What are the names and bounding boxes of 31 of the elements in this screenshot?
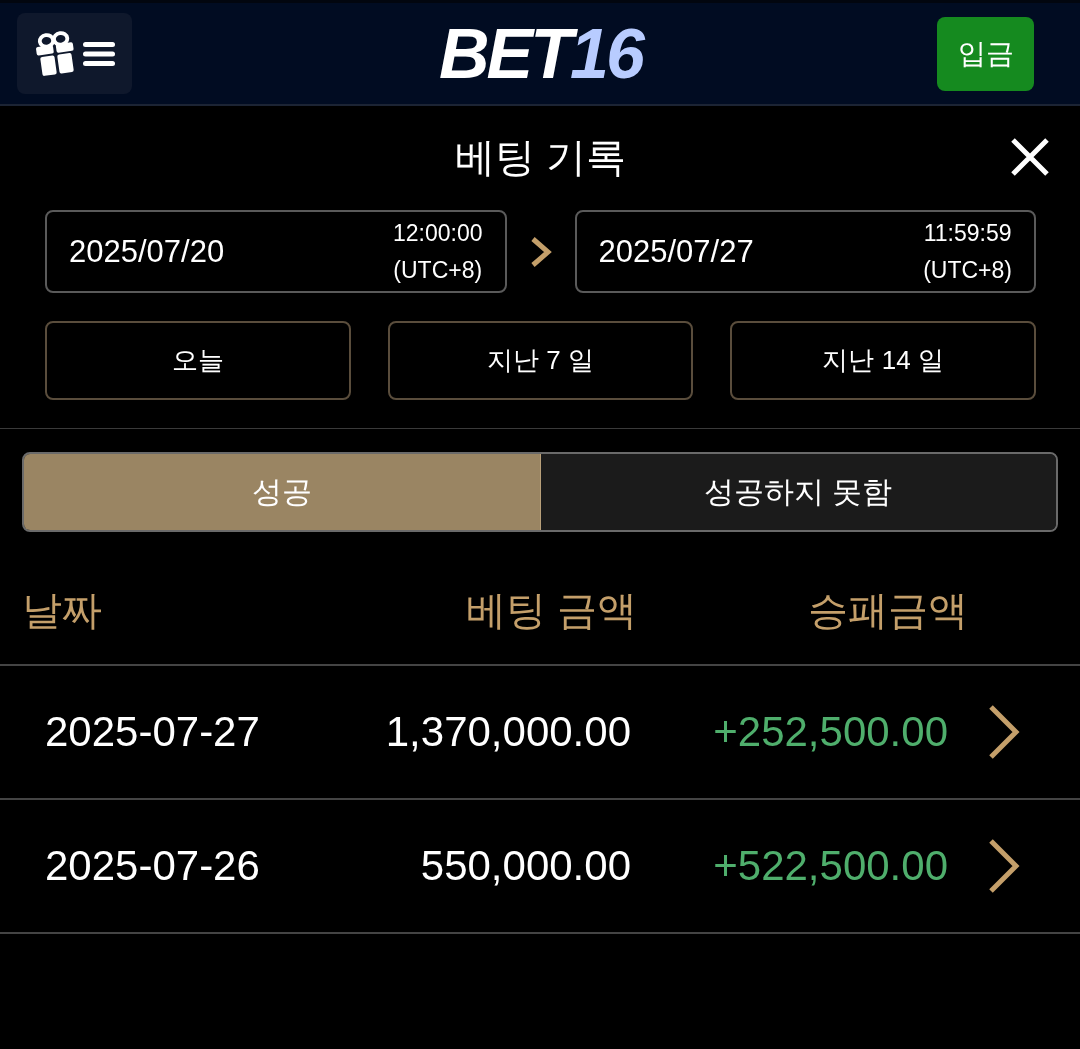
column-header: 승패금액	[807, 586, 968, 634]
column-header: 날짜	[22, 586, 103, 634]
chevron-right-icon[interactable]	[988, 838, 1020, 894]
timezone-text: (UTC+8)	[393, 255, 483, 285]
date-text: 2025/07/27	[598, 233, 754, 270]
date-text: 2025/07/20	[69, 233, 225, 270]
chevron-right-icon	[529, 235, 552, 268]
quick-range-button[interactable]: 지난 14 일	[730, 321, 1036, 400]
time-text: 11:59:59	[923, 218, 1012, 248]
chevron-right-icon[interactable]	[988, 704, 1020, 760]
menu-button[interactable]	[17, 13, 132, 94]
tab[interactable]: 성공	[24, 454, 541, 530]
quick-range-button[interactable]: 오늘	[45, 321, 351, 400]
start-date-field[interactable]: 2025/07/20 12:00:00 (UTC+8)	[45, 210, 507, 293]
deposit-button[interactable]: 입금	[937, 16, 1034, 91]
close-icon[interactable]	[1010, 137, 1050, 177]
menu-icon	[82, 41, 115, 66]
table-cell-text: +252,500.00	[712, 708, 948, 756]
page-title: 베팅 기록	[454, 136, 627, 178]
quick-range-button[interactable]: 지난 7 일	[387, 321, 694, 400]
table-cell-text: 550,000.00	[419, 842, 631, 890]
table-cell-text: 2025-07-26	[45, 842, 261, 890]
timezone-text: (UTC+8)	[923, 255, 1012, 285]
table-cell-text: 1,370,000.00	[384, 708, 631, 756]
table-cell-text: 2025-07-27	[45, 708, 261, 756]
gift-icon	[34, 30, 77, 77]
end-date-field[interactable]: 2025/07/27 11:59:59 (UTC+8)	[574, 210, 1036, 293]
column-header: 베팅 금액	[464, 586, 637, 634]
table-cell-text: +522,500.00	[712, 842, 948, 890]
time-text: 12:00:00	[392, 218, 483, 248]
logo: BET16	[439, 18, 642, 89]
